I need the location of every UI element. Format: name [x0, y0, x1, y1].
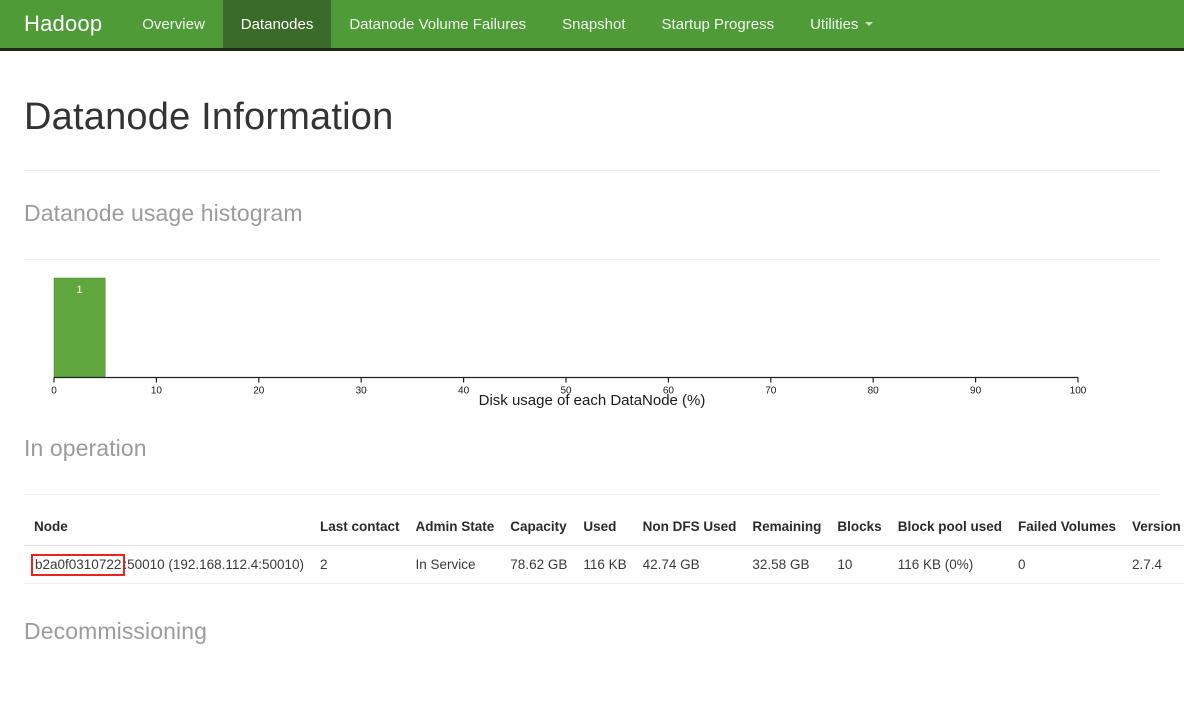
- column-header-capacity[interactable]: Capacity: [500, 512, 574, 546]
- nav-item-datanode-volume-failures-label: Datanode Volume Failures: [349, 15, 527, 33]
- column-header-remaining[interactable]: Remaining: [742, 512, 828, 546]
- datanodes-table: Node Last contact Admin State Capacity U…: [24, 512, 1184, 584]
- x-axis-tick-label: 90: [970, 386, 982, 397]
- nav-item-snapshot-label: Snapshot: [562, 15, 626, 33]
- histogram-heading: Datanode usage histogram: [24, 200, 303, 226]
- node-name-highlight: b2a0f0310722: [31, 554, 126, 576]
- x-axis-tick-label: 30: [356, 386, 368, 397]
- table-row[interactable]: b2a0f0310722:50010 (192.168.112.4:50010)…: [24, 545, 1184, 584]
- x-axis-tick-label: 80: [868, 386, 880, 397]
- column-header-node[interactable]: Node: [24, 512, 310, 546]
- column-header-admin-state[interactable]: Admin State: [405, 512, 501, 546]
- datanode-usage-histogram: 1 0 10 20 30 40 50 60 70 80 90 100 Disk usage of e…: [24, 260, 1160, 435]
- nav-item-snapshot[interactable]: Snapshot: [544, 0, 643, 48]
- cell-last-contact: 2: [310, 545, 406, 584]
- histogram-bar-value-label: 1: [77, 284, 83, 296]
- column-header-used[interactable]: Used: [573, 512, 633, 546]
- column-header-block-pool-used[interactable]: Block pool used: [887, 512, 1008, 546]
- column-header-failed-volumes[interactable]: Failed Volumes: [1007, 512, 1122, 546]
- histogram-svg: 1 0 10 20 30 40 50 60 70 80 90 100 Disk usage of e…: [51, 277, 1087, 409]
- x-axis-tick-label: 70: [765, 386, 777, 397]
- cell-block-pool-used: 116 KB (0%): [887, 545, 1008, 584]
- nav-item-startup-progress-label: Startup Progress: [661, 15, 775, 33]
- chevron-down-icon: [865, 22, 874, 26]
- top-navbar: Hadoop Overview Datanodes Datanode Volum…: [0, 0, 1184, 51]
- x-axis-ticks: [53, 377, 1079, 383]
- page-container: Datanode Information Datanode usage hist…: [0, 96, 1184, 645]
- brand-logo[interactable]: Hadoop: [0, 0, 124, 48]
- in-operation-heading: In operation: [24, 435, 147, 461]
- nav-item-overview[interactable]: Overview: [124, 0, 223, 48]
- cell-non-dfs-used: 42.74 GB: [632, 545, 743, 584]
- cell-remaining: 32.58 GB: [742, 545, 828, 584]
- x-axis-label: Disk usage of each DataNode (%): [479, 392, 706, 409]
- column-header-last-contact[interactable]: Last contact: [310, 512, 406, 546]
- nav-item-datanodes-label: Datanodes: [240, 15, 314, 33]
- x-axis-tick-label: 0: [51, 386, 57, 397]
- table-header-row: Node Last contact Admin State Capacity U…: [24, 512, 1184, 546]
- x-axis-tick-label: 20: [253, 386, 265, 397]
- table-body: b2a0f0310722:50010 (192.168.112.4:50010)…: [24, 545, 1184, 584]
- column-header-blocks[interactable]: Blocks: [827, 512, 888, 546]
- cell-blocks: 10: [827, 545, 888, 584]
- column-header-non-dfs-used[interactable]: Non DFS Used: [632, 512, 743, 546]
- table-head: Node Last contact Admin State Capacity U…: [24, 512, 1184, 546]
- cell-admin-state: In Service: [405, 545, 501, 584]
- decommissioning-heading: Decommissioning: [24, 618, 208, 644]
- x-axis-tick-label: 100: [1070, 386, 1087, 397]
- nav-item-datanodes[interactable]: Datanodes: [222, 0, 332, 48]
- nav-item-overview-label: Overview: [142, 15, 205, 33]
- nav-item-datanode-volume-failures[interactable]: Datanode Volume Failures: [331, 0, 544, 48]
- cell-node[interactable]: b2a0f0310722:50010 (192.168.112.4:50010): [24, 545, 310, 584]
- nav-item-utilities-label: Utilities: [810, 15, 859, 33]
- page-title: Datanode Information: [24, 96, 394, 138]
- node-address-rest: :50010 (192.168.112.4:50010): [123, 557, 304, 572]
- nav-items: Overview Datanodes Datanode Volume Failu…: [124, 0, 891, 48]
- x-axis-tick-label: 40: [458, 386, 470, 397]
- nav-item-startup-progress[interactable]: Startup Progress: [644, 0, 793, 48]
- cell-used: 116 KB: [573, 545, 633, 584]
- x-axis-tick-label: 10: [151, 386, 163, 397]
- nav-item-utilities[interactable]: Utilities: [792, 0, 891, 48]
- cell-failed-volumes: 0: [1007, 545, 1122, 584]
- column-header-version[interactable]: Version: [1122, 512, 1184, 546]
- cell-version: 2.7.4: [1122, 545, 1184, 584]
- cell-capacity: 78.62 GB: [500, 545, 574, 584]
